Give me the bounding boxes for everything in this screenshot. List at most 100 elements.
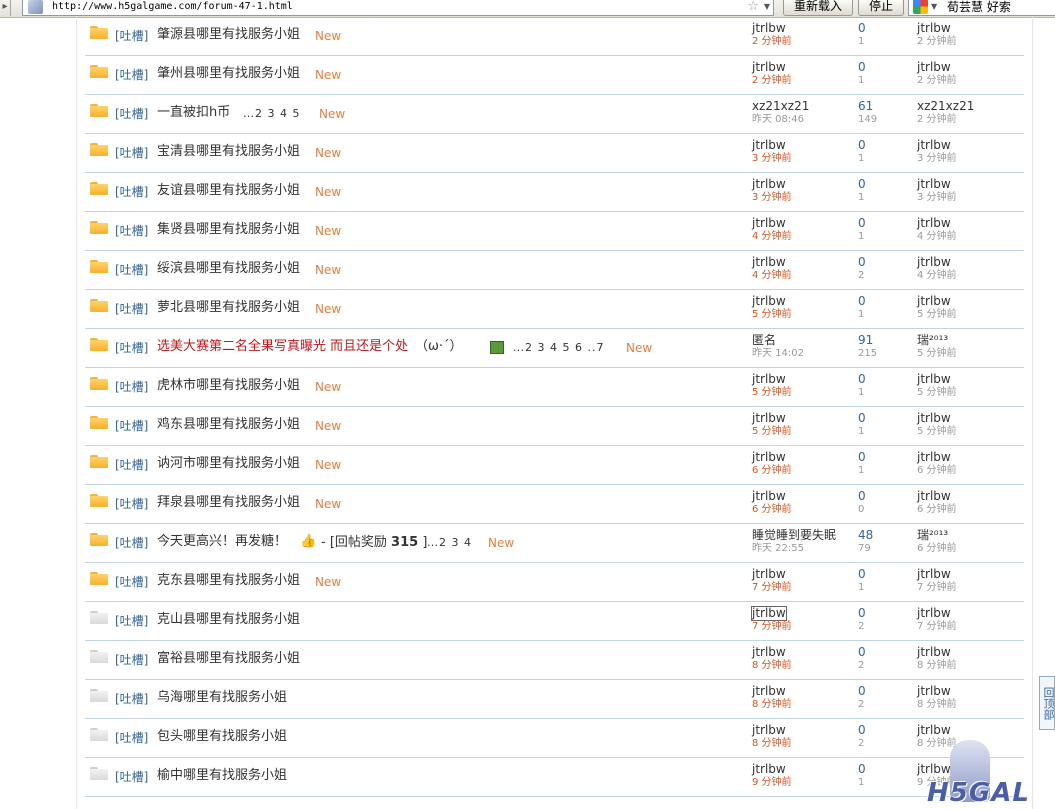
last-post-time-link[interactable]: 5 分钟前	[917, 387, 957, 399]
thread-subject-link[interactable]: 富裕县哪里有找服务小姐	[157, 651, 300, 667]
thread-category-link[interactable]: [吐槽]	[115, 146, 148, 160]
thread-author-link[interactable]: jtrlbw	[752, 61, 786, 74]
back-to-top-button[interactable]: 回顶部	[1039, 676, 1055, 730]
thread-category-link[interactable]: [吐槽]	[115, 458, 148, 472]
search-engine-dropdown-icon[interactable]: ▼	[931, 0, 937, 14]
thread-author-link[interactable]: jtrlbw	[752, 763, 786, 776]
last-post-time-link[interactable]: 6 分钟前	[917, 543, 957, 555]
thread-reply-count[interactable]: 0	[858, 490, 866, 503]
last-poster-link[interactable]: jtrlbw	[917, 22, 951, 35]
last-post-time-link[interactable]: 5 分钟前	[917, 309, 957, 321]
thread-reply-count[interactable]: 0	[858, 373, 866, 386]
thread-author-link[interactable]: jtrlbw	[752, 685, 786, 698]
bookmark-star-icon[interactable]: ☆	[747, 0, 759, 14]
thread-category-link[interactable]: [吐槽]	[115, 107, 148, 121]
thread-author-link[interactable]: xz21xz21	[752, 100, 809, 113]
last-poster-link[interactable]: jtrlbw	[917, 451, 951, 464]
last-poster-link[interactable]: jtrlbw	[917, 607, 951, 620]
thread-subject-link[interactable]: 讷河市哪里有找服务小姐	[157, 456, 300, 472]
last-post-time-link[interactable]: 4 分钟前	[917, 270, 957, 282]
new-badge[interactable]: New	[315, 302, 341, 316]
thread-author-link[interactable]: jtrlbw	[752, 568, 786, 581]
new-badge[interactable]: New	[315, 263, 341, 277]
new-badge[interactable]: New	[315, 380, 341, 394]
thread-subject-link[interactable]: 一直被扣h币	[157, 105, 230, 121]
folder-icon[interactable]	[90, 377, 108, 390]
thread-subject-link[interactable]: 克山县哪里有找服务小姐	[157, 612, 300, 628]
last-poster-link[interactable]: jtrlbw	[917, 295, 951, 308]
thread-subject-link[interactable]: 榆中哪里有找服务小姐	[157, 768, 287, 784]
folder-icon[interactable]	[90, 650, 108, 663]
thread-reply-count[interactable]: 0	[858, 256, 866, 269]
thread-page-links[interactable]: …2 3 4 5	[243, 107, 300, 121]
last-post-time-link[interactable]: 3 分钟前	[917, 153, 957, 165]
last-poster-link[interactable]: jtrlbw	[917, 490, 951, 503]
last-poster-link[interactable]: jtrlbw	[917, 412, 951, 425]
thread-subject-link[interactable]: 今天更高兴！再发糖！	[157, 534, 287, 550]
folder-icon[interactable]	[90, 338, 108, 351]
last-post-time-link[interactable]: 3 分钟前	[917, 192, 957, 204]
thread-category-link[interactable]: [吐槽]	[115, 302, 148, 316]
last-post-time-link[interactable]: 2 分钟前	[917, 75, 957, 87]
thread-category-link[interactable]: [吐槽]	[115, 224, 148, 238]
thread-subject-link[interactable]: 乌海哪里有找服务小姐	[157, 690, 287, 706]
thread-category-link[interactable]: [吐槽]	[115, 770, 148, 784]
thread-author-link[interactable]: jtrlbw	[751, 606, 787, 621]
folder-icon[interactable]	[90, 260, 108, 273]
new-badge[interactable]: New	[315, 224, 341, 238]
thread-reply-count[interactable]: 0	[858, 178, 866, 191]
last-poster-link[interactable]: xz21xz21	[917, 100, 974, 113]
folder-icon[interactable]	[90, 182, 108, 195]
thread-category-link[interactable]: [吐槽]	[115, 419, 148, 433]
new-badge[interactable]: New	[315, 419, 341, 433]
last-poster-link[interactable]: jtrlbw	[917, 61, 951, 74]
stop-button[interactable]: 停止	[858, 0, 904, 16]
thread-subject-link[interactable]: 选美大赛第二名全果写真曝光 而且还是个处	[157, 339, 408, 355]
folder-icon[interactable]	[90, 143, 108, 156]
thread-category-link[interactable]: [吐槽]	[115, 575, 148, 589]
thread-page-links[interactable]: …2 3 4	[427, 536, 472, 550]
search-box[interactable]: ▼ 荀芸慧 好索	[908, 0, 1055, 16]
last-post-time-link[interactable]: 4 分钟前	[917, 231, 957, 243]
last-poster-link[interactable]: jtrlbw	[917, 568, 951, 581]
thread-category-link[interactable]: [吐槽]	[115, 653, 148, 667]
thread-category-link[interactable]: [吐槽]	[115, 731, 148, 745]
new-badge[interactable]: New	[315, 185, 341, 199]
new-badge[interactable]: New	[319, 107, 345, 121]
search-engine-icon[interactable]	[913, 0, 928, 14]
thread-subject-link[interactable]: 肇源县哪里有找服务小姐	[157, 27, 300, 43]
last-poster-link[interactable]: 瑞²⁰¹³	[917, 334, 948, 347]
toolbar-overflow-button[interactable]: ▸	[0, 0, 11, 16]
folder-icon[interactable]	[90, 221, 108, 234]
last-poster-link[interactable]: jtrlbw	[917, 217, 951, 230]
new-badge[interactable]: New	[488, 536, 514, 550]
thread-reply-count[interactable]: 61	[858, 100, 873, 113]
folder-icon[interactable]	[90, 65, 108, 78]
thread-reply-count[interactable]: 0	[858, 451, 866, 464]
last-post-time-link[interactable]: 2 分钟前	[917, 36, 957, 48]
thread-author-link[interactable]: jtrlbw	[752, 295, 786, 308]
thread-author-link[interactable]: 睡觉睡到要失眠	[752, 529, 836, 542]
folder-icon[interactable]	[90, 689, 108, 702]
folder-icon[interactable]	[90, 455, 108, 468]
new-badge[interactable]: New	[315, 458, 341, 472]
thread-category-link[interactable]: [吐槽]	[115, 536, 148, 550]
thread-author-link[interactable]: jtrlbw	[752, 646, 786, 659]
thread-author-link[interactable]: jtrlbw	[752, 256, 786, 269]
thread-author-link[interactable]: jtrlbw	[752, 139, 786, 152]
thread-reply-count[interactable]: 0	[858, 763, 866, 776]
thread-reply-count[interactable]: 0	[858, 412, 866, 425]
thread-author-link[interactable]: jtrlbw	[752, 451, 786, 464]
folder-icon[interactable]	[90, 572, 108, 585]
thread-subject-link[interactable]: 拜泉县哪里有找服务小姐	[157, 495, 300, 511]
last-post-time-link[interactable]: 8 分钟前	[917, 660, 957, 672]
reload-button[interactable]: 重新载入	[783, 0, 853, 16]
last-post-time-link[interactable]: 5 分钟前	[917, 426, 957, 438]
folder-icon[interactable]	[90, 767, 108, 780]
thread-category-link[interactable]: [吐槽]	[115, 341, 148, 355]
new-badge[interactable]: New	[315, 29, 341, 43]
thread-author-link[interactable]: jtrlbw	[752, 373, 786, 386]
thread-category-link[interactable]: [吐槽]	[115, 380, 148, 394]
thread-author-link[interactable]: jtrlbw	[752, 178, 786, 191]
thread-subject-link[interactable]: 克东县哪里有找服务小姐	[157, 573, 300, 589]
